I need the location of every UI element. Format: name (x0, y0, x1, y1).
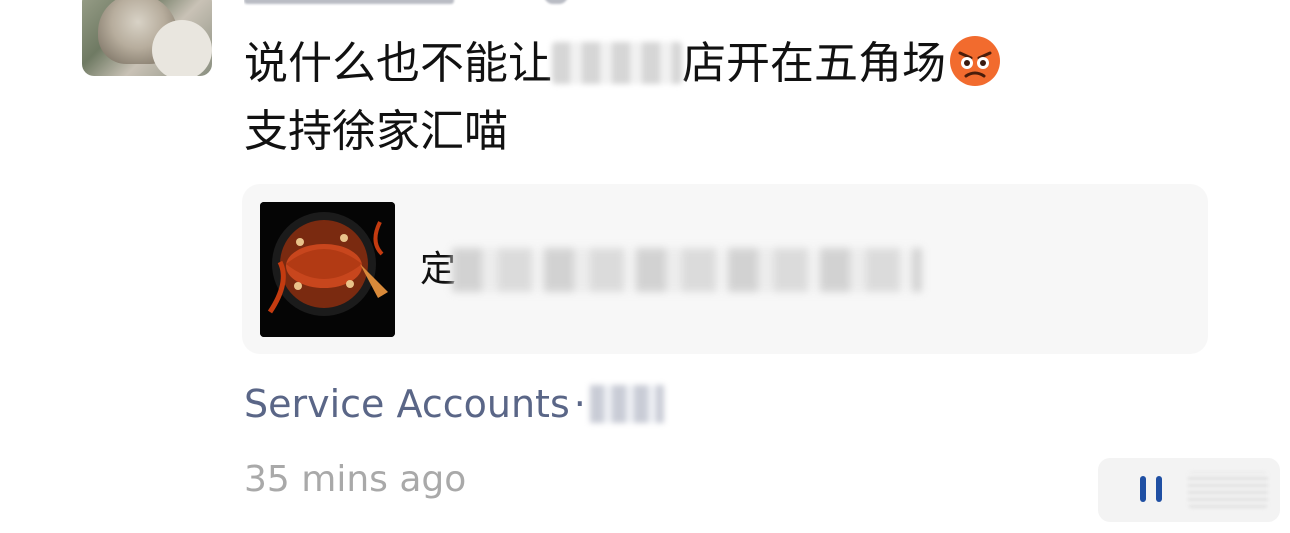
source-label: Service Accounts (244, 382, 570, 426)
redacted-card-title (452, 248, 922, 292)
post-text: 说什么也不能让 店开在五角场 支持徐家汇喵 (244, 30, 1002, 166)
more-button[interactable] (1098, 458, 1280, 522)
more-icon-bar (1156, 476, 1162, 502)
card-thumbnail (260, 202, 395, 337)
timestamp: 35 mins ago (244, 459, 467, 500)
post-line-1: 说什么也不能让 店开在五角场 (244, 30, 1002, 98)
redacted-text (552, 42, 682, 84)
more-icon (1140, 476, 1146, 502)
fish-dish-image (260, 202, 395, 337)
cat-body (152, 20, 212, 76)
card-title: 定 (420, 249, 457, 290)
angry-face-icon (950, 36, 1000, 86)
redacted-source-name (589, 385, 664, 423)
link-card[interactable]: 定 (242, 184, 1208, 354)
author-name-cutoff (244, 0, 584, 6)
avatar[interactable] (82, 0, 212, 76)
post-line-2: 支持徐家汇喵 (244, 106, 508, 157)
post-text-part-2: 店开在五角场 (682, 38, 946, 89)
post-text-part-1: 说什么也不能让 (244, 38, 552, 89)
more-button-fade (1188, 472, 1268, 508)
source-line[interactable]: Service Accounts · (244, 380, 664, 428)
source-separator: · (573, 382, 586, 426)
